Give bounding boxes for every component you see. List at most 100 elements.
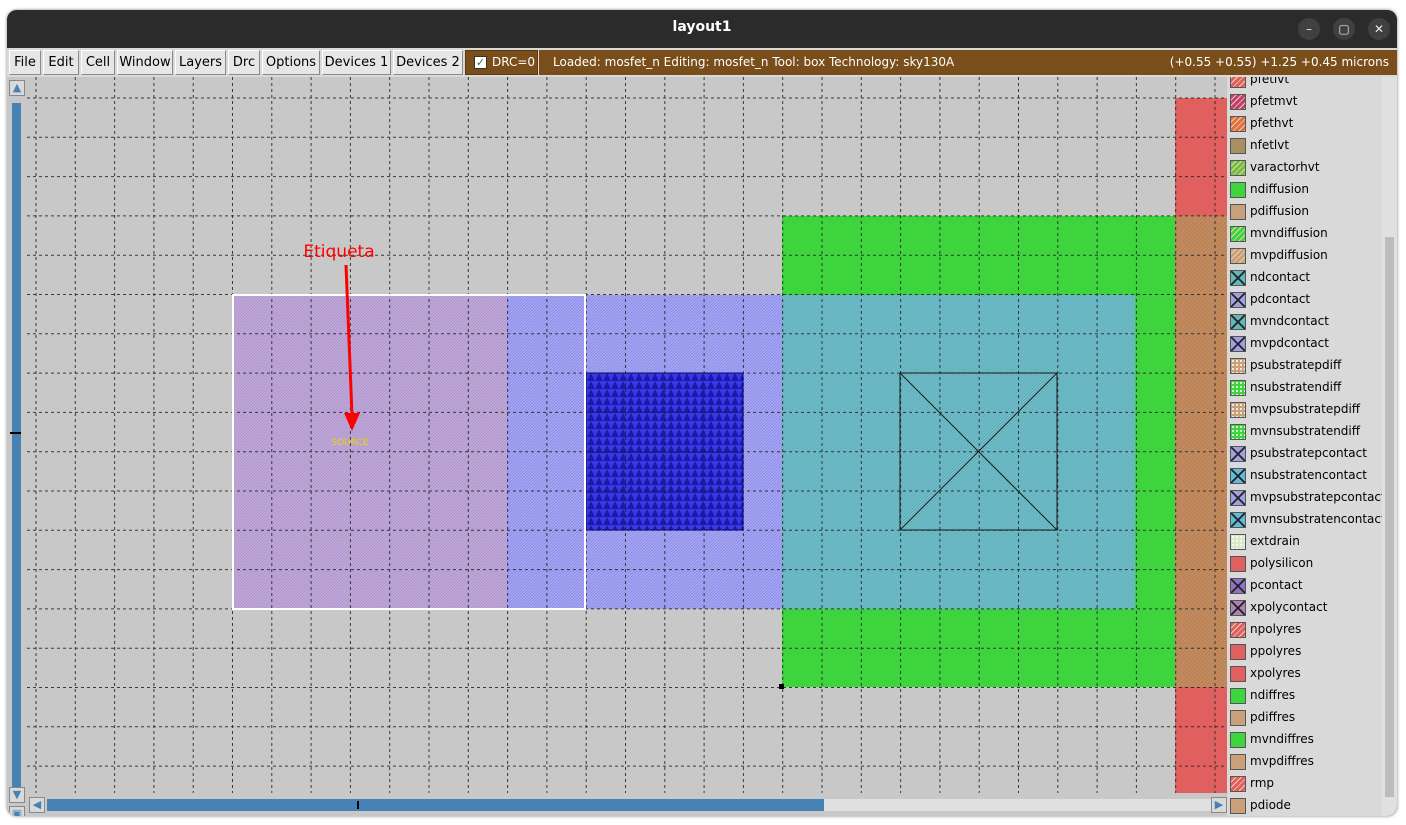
mvndiffusion-icon[interactable] [1230, 226, 1246, 242]
drc-toggle[interactable]: ✓ DRC=0 [465, 50, 538, 75]
nsubstratendiff-icon[interactable] [1230, 380, 1246, 396]
layer-item[interactable]: ndcontact [1227, 267, 1382, 289]
ppolyres-icon[interactable] [1230, 644, 1246, 660]
xpolycontact-icon[interactable] [1230, 600, 1246, 616]
layer-item[interactable]: mvnsubstratencontact [1227, 509, 1382, 531]
pdiode-icon[interactable] [1230, 798, 1246, 814]
layer-item[interactable]: pdiffusion [1227, 201, 1382, 223]
mvnsubstratencontact-icon[interactable] [1230, 512, 1246, 528]
layer-item[interactable]: pdcontact [1227, 289, 1382, 311]
nsubstratencontact-icon[interactable] [1230, 468, 1246, 484]
layout-canvas[interactable]: SOURCE Etiqueta [27, 77, 1227, 793]
zoom-box-icon[interactable]: ▣ [9, 806, 25, 816]
psubstratepdiff-icon[interactable] [1230, 358, 1246, 374]
npolyres-icon[interactable] [1230, 622, 1246, 638]
minimize-button[interactable]: – [1298, 18, 1320, 40]
psubstratepcontact-icon[interactable] [1230, 446, 1246, 462]
varactorhvt-icon[interactable] [1230, 160, 1246, 176]
mvpsubstratepcontact-icon[interactable] [1230, 490, 1246, 506]
mvpdiffres-icon[interactable] [1230, 754, 1246, 770]
mvndiffres-icon[interactable] [1230, 732, 1246, 748]
layer-item[interactable]: nsubstratencontact [1227, 465, 1382, 487]
layer-item[interactable]: mvndiffusion [1227, 223, 1382, 245]
layer-palette[interactable]: pfetlvt pfetmvt pfethvt nfetlvt varactorhvt n… [1227, 77, 1382, 816]
xpolyres-icon[interactable] [1230, 666, 1246, 682]
pcontact-icon[interactable] [1230, 578, 1246, 594]
ndcontact-icon[interactable] [1230, 270, 1246, 286]
layer-item[interactable]: nsubstratendiff [1227, 377, 1382, 399]
checkmark-icon[interactable]: ✓ [474, 56, 487, 69]
mvpdcontact-icon[interactable] [1230, 336, 1246, 352]
maximize-button[interactable]: ▢ [1333, 18, 1355, 40]
pfethvt-icon[interactable] [1230, 116, 1246, 132]
layer-name: ndcontact [1250, 270, 1311, 284]
pfetmvt-icon[interactable] [1230, 94, 1246, 110]
rmp-icon[interactable] [1230, 776, 1246, 792]
mvpdiffusion-icon[interactable] [1230, 248, 1246, 264]
menu-devices-2[interactable]: Devices 2 [393, 50, 463, 75]
layer-item[interactable]: pcontact [1227, 575, 1382, 597]
title-bar[interactable]: layout1 – ▢ ✕ [7, 10, 1397, 48]
layer-item[interactable]: varactorhvt [1227, 157, 1382, 179]
horizontal-scroll-thumb[interactable] [47, 799, 824, 811]
polysilicon-icon[interactable] [1230, 556, 1246, 572]
pdiffres-icon[interactable] [1230, 710, 1246, 726]
layer-item[interactable]: ndiffres [1227, 685, 1382, 707]
layer-item[interactable]: xpolyres [1227, 663, 1382, 685]
layer-item[interactable]: pfetmvt [1227, 91, 1382, 113]
layer-item[interactable]: ndiffusion [1227, 179, 1382, 201]
mvnsubstratendiff-icon[interactable] [1230, 424, 1246, 440]
scroll-right-icon[interactable]: ▶ [1211, 797, 1227, 813]
layer-item[interactable]: mvndiffres [1227, 729, 1382, 751]
vertical-scrollbar[interactable]: ▲ ▼ ▣ [7, 77, 27, 816]
layer-item[interactable]: extdrain [1227, 531, 1382, 553]
layer-item[interactable]: nfetlvt [1227, 135, 1382, 157]
layer-item[interactable]: polysilicon [1227, 553, 1382, 575]
layer-item[interactable]: xpolycontact [1227, 597, 1382, 619]
pdiffusion-icon[interactable] [1230, 204, 1246, 220]
mvpsubstratepdiff-icon[interactable] [1230, 402, 1246, 418]
layer-item[interactable]: psubstratepcontact [1227, 443, 1382, 465]
menu-window[interactable]: Window [117, 50, 173, 75]
layer-item[interactable]: npolyres [1227, 619, 1382, 641]
pdcontact-icon[interactable] [1230, 292, 1246, 308]
horizontal-scrollbar[interactable]: ◀ ▶ [27, 793, 1227, 816]
layer-palette-scroll-thumb[interactable] [1385, 237, 1394, 797]
mvndcontact-icon[interactable] [1230, 314, 1246, 330]
layer-item[interactable]: mvpdiffres [1227, 751, 1382, 773]
layer-item[interactable]: pfetlvt [1227, 77, 1382, 91]
vertical-scroll-thumb[interactable] [12, 103, 21, 787]
close-button[interactable]: ✕ [1368, 18, 1390, 40]
scroll-up-icon[interactable]: ▲ [9, 80, 25, 96]
menu-drc[interactable]: Drc [228, 50, 260, 75]
layer-item[interactable]: mvpsubstratepcontact [1227, 487, 1382, 509]
layer-item[interactable]: psubstratepdiff [1227, 355, 1382, 377]
layer-item[interactable]: ppolyres [1227, 641, 1382, 663]
extdrain-icon[interactable] [1230, 534, 1246, 550]
layer-item[interactable]: rmp [1227, 773, 1382, 795]
layout-drawing[interactable]: SOURCE Etiqueta [27, 77, 1227, 793]
layer-item[interactable]: mvpdcontact [1227, 333, 1382, 355]
layer-palette-scrollbar[interactable] [1382, 77, 1397, 816]
nfetlvt-icon[interactable] [1230, 138, 1246, 154]
pfetlvt-icon[interactable] [1230, 77, 1246, 88]
layer-item[interactable]: mvndcontact [1227, 311, 1382, 333]
layer-item[interactable]: mvnsubstratendiff [1227, 421, 1382, 443]
layer-name: mvpsubstratepdiff [1250, 402, 1361, 416]
layer-item[interactable]: mvpsubstratepdiff [1227, 399, 1382, 421]
menu-devices-1[interactable]: Devices 1 [322, 50, 391, 75]
ndiffres-icon[interactable] [1230, 688, 1246, 704]
layer-item[interactable]: pdiffres [1227, 707, 1382, 729]
layer-item[interactable]: pfethvt [1227, 113, 1382, 135]
layer-item[interactable]: pdiode [1227, 795, 1382, 816]
menu-edit[interactable]: Edit [43, 50, 79, 75]
menu-cell[interactable]: Cell [81, 50, 115, 75]
menu-options[interactable]: Options [262, 50, 320, 75]
layer-item[interactable]: mvpdiffusion [1227, 245, 1382, 267]
scroll-left-icon[interactable]: ◀ [29, 797, 45, 813]
scroll-down-icon[interactable]: ▼ [9, 787, 25, 803]
ndiffusion-icon[interactable] [1230, 182, 1246, 198]
horizontal-scroll-track[interactable] [47, 799, 1211, 811]
menu-file[interactable]: File [9, 50, 41, 75]
menu-layers[interactable]: Layers [175, 50, 226, 75]
